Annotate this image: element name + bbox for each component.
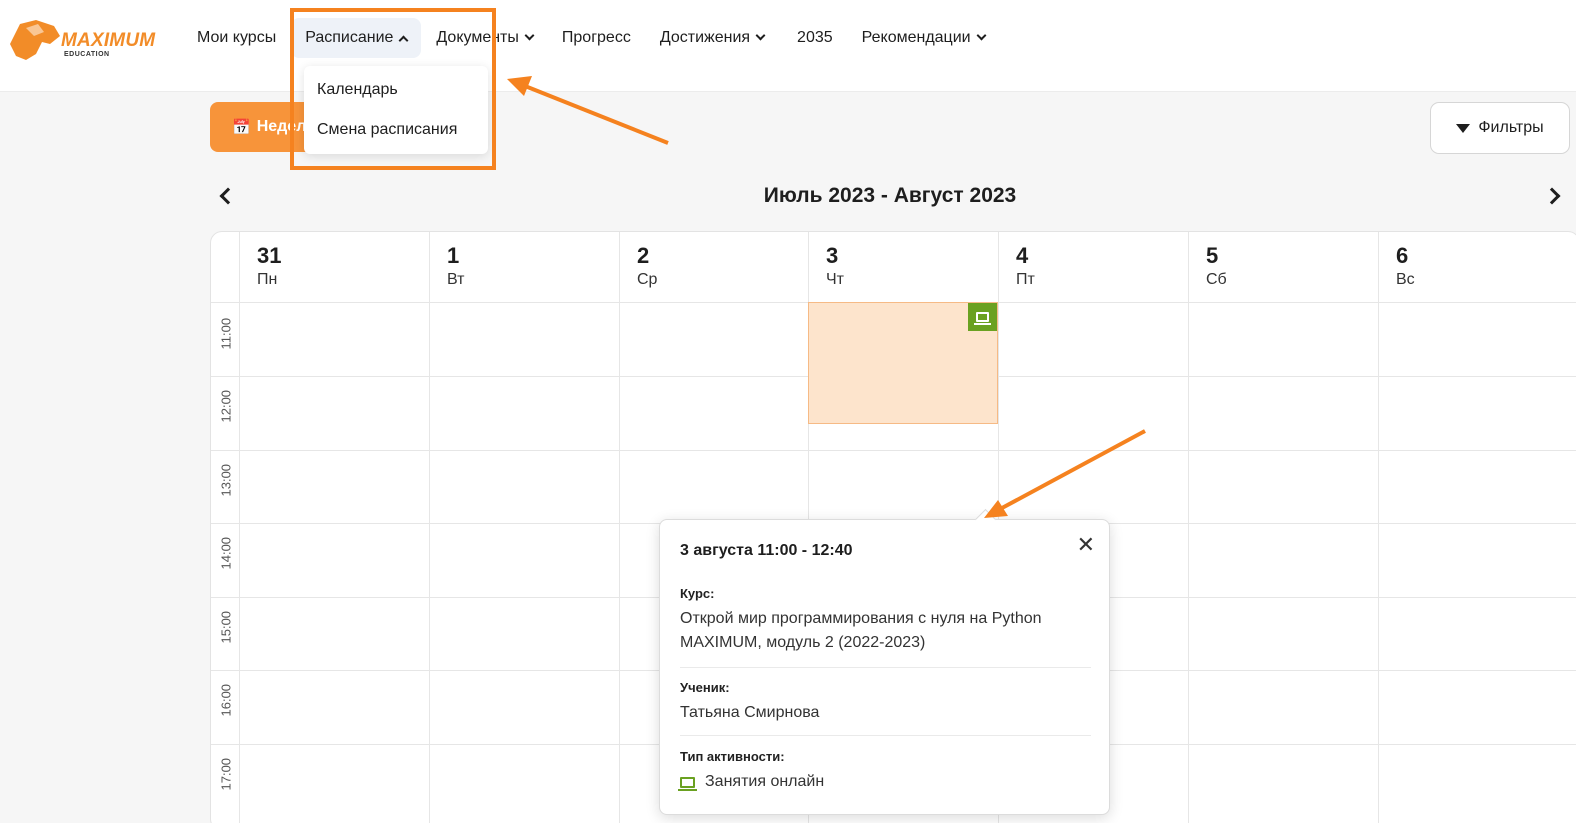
student-label: Ученик: bbox=[680, 680, 730, 695]
filters-label: Фильтры bbox=[1478, 119, 1544, 136]
time-label: 15:00 bbox=[218, 610, 234, 644]
brand-sub: EDUCATION bbox=[64, 51, 110, 58]
time-label: 11:00 bbox=[218, 317, 234, 350]
month-title: Июль 2023 - Август 2023 bbox=[763, 184, 1017, 207]
day-number: 31 bbox=[257, 243, 282, 268]
activity-text: Занятия онлайн bbox=[705, 773, 825, 790]
rhino-logo-icon bbox=[10, 20, 60, 60]
day-header: 31 Пн bbox=[239, 232, 429, 302]
time-label: 16:00 bbox=[218, 683, 234, 717]
chevron-down-icon bbox=[755, 30, 766, 41]
day-number: 6 bbox=[1396, 243, 1409, 268]
filters-button[interactable]: Фильтры bbox=[1430, 102, 1570, 154]
week-view-label: Недел bbox=[256, 118, 307, 135]
student-section: Ученик: Татьяна Смирнова bbox=[680, 680, 1091, 736]
nav-schedule[interactable]: Расписание bbox=[291, 18, 422, 58]
day-number: 3 bbox=[826, 243, 839, 268]
menu-item-calendar[interactable]: Календарь bbox=[304, 70, 488, 110]
chevron-down-icon bbox=[976, 30, 987, 41]
grid-line bbox=[239, 232, 240, 823]
course-section: Курс: Открой мир программирования с нуля… bbox=[680, 586, 1091, 668]
day-header: 2 Ср bbox=[619, 232, 809, 302]
student-value: Татьяна Смирнова bbox=[680, 704, 820, 721]
nav-label: Рекомендации bbox=[861, 29, 971, 46]
nav-recommendations[interactable]: Рекомендации bbox=[844, 18, 996, 58]
nav-achievements[interactable]: Достижения bbox=[642, 18, 775, 58]
day-name: Чт bbox=[826, 271, 844, 288]
nav-label: Прогресс bbox=[561, 29, 631, 46]
course-value: Открой мир программирования с нуля на Py… bbox=[680, 610, 1042, 651]
chevron-down-icon bbox=[524, 30, 535, 41]
course-label: Курс: bbox=[680, 586, 715, 601]
day-name: Ср bbox=[637, 271, 658, 288]
activity-label: Тип активности: bbox=[680, 749, 785, 764]
funnel-icon bbox=[1456, 123, 1471, 133]
nav-label: Мои курсы bbox=[197, 29, 277, 46]
menu-item-schedule-change[interactable]: Смена расписания bbox=[304, 110, 488, 150]
event-details-popup: 3 августа 11:00 - 12:40 ✕ Курс: Открой м… bbox=[659, 519, 1110, 815]
nav-label: Документы bbox=[436, 29, 519, 46]
grid-line bbox=[1188, 232, 1189, 823]
nav-progress[interactable]: Прогресс bbox=[544, 18, 642, 58]
day-name: Сб bbox=[1206, 271, 1227, 288]
day-number: 1 bbox=[447, 243, 460, 268]
nav-documents[interactable]: Документы bbox=[425, 18, 543, 58]
day-name: Пт bbox=[1016, 271, 1035, 288]
day-header: 4 Пт bbox=[998, 232, 1188, 302]
prev-week-arrow-icon[interactable] bbox=[219, 187, 237, 205]
day-number: 2 bbox=[637, 243, 650, 268]
brand-logo[interactable]: MAXIMUM EDUCATION bbox=[6, 14, 156, 66]
next-week-arrow-icon[interactable] bbox=[1543, 187, 1561, 205]
time-label: 14:00 bbox=[218, 536, 234, 570]
annotation-arrow bbox=[524, 84, 669, 145]
nav-my-courses[interactable]: Мои курсы bbox=[197, 18, 287, 58]
day-header: 3 Чт bbox=[808, 232, 998, 302]
day-number: 5 bbox=[1206, 243, 1219, 268]
grid-line bbox=[1378, 232, 1379, 823]
grid-line bbox=[429, 232, 430, 823]
top-header: MAXIMUM EDUCATION Мои курсы Расписание Д… bbox=[0, 0, 1576, 92]
chevron-up-icon bbox=[398, 35, 409, 45]
time-label: 17:00 bbox=[218, 757, 234, 791]
day-header: 1 Вт bbox=[429, 232, 619, 302]
nav-2035[interactable]: 2035 bbox=[775, 18, 844, 58]
brand-name: MAXIMUM bbox=[61, 30, 156, 51]
nav-label: 2035 bbox=[797, 29, 833, 46]
laptop-icon bbox=[678, 776, 697, 791]
day-name: Вс bbox=[1396, 271, 1415, 288]
activity-section: Тип активности: Занятия онлайн bbox=[678, 749, 1091, 799]
main-nav: Мои курсы Расписание Документы Прогресс … bbox=[197, 18, 996, 58]
close-icon[interactable]: ✕ bbox=[1077, 532, 1095, 558]
day-header: 6 Вс bbox=[1378, 232, 1576, 302]
activity-value: Занятия онлайн bbox=[678, 770, 1091, 794]
time-label: 12:00 bbox=[218, 389, 234, 423]
event-title: 3 августа 11:00 - 12:40 bbox=[680, 542, 853, 559]
day-name: Пн bbox=[257, 271, 278, 288]
grid-line bbox=[619, 232, 620, 823]
online-lesson-icon bbox=[968, 303, 997, 331]
grid-line bbox=[211, 450, 1576, 451]
time-label: 13:00 bbox=[218, 463, 234, 497]
schedule-dropdown: Календарь Смена расписания bbox=[304, 66, 488, 154]
nav-label: Достижения bbox=[659, 29, 751, 46]
day-header: 5 Сб bbox=[1188, 232, 1378, 302]
calendar-event[interactable] bbox=[808, 302, 998, 424]
laptop-icon bbox=[974, 312, 991, 325]
day-name: Вт bbox=[447, 271, 465, 288]
day-number: 4 bbox=[1016, 243, 1029, 268]
nav-label: Расписание bbox=[305, 29, 394, 46]
calendar-icon: 📅 bbox=[232, 119, 251, 136]
